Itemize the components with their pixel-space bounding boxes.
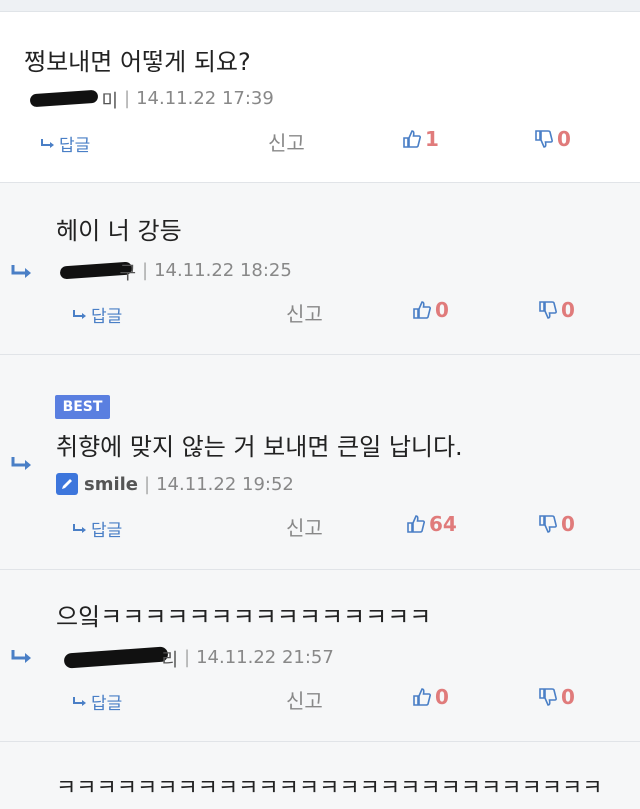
author-name: smile [84, 473, 139, 495]
thumbs-down-icon [539, 301, 557, 319]
reply-label: 답글 [91, 307, 123, 327]
like-count: 0 [435, 685, 449, 709]
reply-arrow-icon [41, 138, 54, 148]
report-button[interactable]: 신고 [286, 685, 323, 714]
meta-separator: | [142, 259, 149, 281]
reply-button[interactable]: 답글 [40, 131, 90, 156]
reply-button[interactable]: 답글 [72, 689, 122, 714]
comment-date: 14.11.22 17:39 [136, 87, 274, 109]
dislike-button[interactable]: 0 [538, 685, 575, 709]
comment-date: 14.11.22 18:25 [154, 259, 292, 281]
comment-meta: 구 | 14.11.22 18:25 [56, 259, 292, 284]
thumbs-down-icon [539, 515, 557, 533]
reply-label: 답글 [59, 136, 91, 156]
comment-actions: 답글 신고 64 0 [0, 512, 640, 542]
comment-item: 쩡보내면 어떻게 되요? 미 | 14.11.22 17:39 답글 신고 1 … [0, 12, 640, 183]
thumbs-up-icon [403, 130, 421, 148]
report-button[interactable]: 신고 [286, 512, 323, 541]
like-button[interactable]: 64 [406, 512, 457, 536]
like-button[interactable]: 0 [412, 298, 449, 322]
best-badge: BEST [55, 395, 110, 419]
dislike-button[interactable]: 0 [538, 512, 575, 536]
comment-meta: 미 | 14.11.22 17:39 [24, 87, 274, 112]
thumbs-up-icon [413, 688, 431, 706]
author-name-redacted: 리 [56, 646, 178, 671]
comment-actions: 답글 신고 1 0 [0, 127, 640, 157]
author-name-redacted: 구 [56, 259, 136, 284]
author-name-redacted: 미 [24, 87, 118, 112]
comment-item: 헤이 너 강등 구 | 14.11.22 18:25 답글 신고 0 0 [0, 183, 640, 355]
comment-meta: 리 | 14.11.22 21:57 [56, 646, 334, 671]
like-count: 0 [435, 298, 449, 322]
meta-separator: | [124, 87, 131, 109]
reply-button[interactable]: 답글 [72, 302, 122, 327]
like-count: 1 [425, 127, 439, 151]
comment-text: 취향에 맞지 않는 거 보내면 큰일 납니다. [56, 433, 463, 461]
reply-indent-icon [11, 265, 31, 278]
reply-label: 답글 [91, 694, 123, 714]
meta-separator: | [184, 646, 191, 668]
like-button[interactable]: 1 [402, 127, 439, 151]
report-button[interactable]: 신고 [268, 127, 305, 156]
dislike-button[interactable]: 0 [538, 298, 575, 322]
comment-text: 헤이 너 강등 [56, 217, 182, 245]
comment-item: 으잌ㅋㅋㅋㅋㅋㅋㅋㅋㅋㅋㅋㅋㅋㅋㅋ 리 | 14.11.22 21:57 답글 … [0, 570, 640, 742]
comment-text: 으잌ㅋㅋㅋㅋㅋㅋㅋㅋㅋㅋㅋㅋㅋㅋㅋ [56, 603, 432, 631]
redaction-mark [63, 646, 169, 669]
comment-actions: 답글 신고 0 0 [0, 685, 640, 715]
like-count: 64 [429, 512, 457, 536]
thumbs-up-icon [413, 301, 431, 319]
dislike-count: 0 [561, 685, 575, 709]
reply-arrow-icon [73, 696, 86, 706]
meta-separator: | [144, 473, 151, 495]
comment-item: ㅋㅋㅋㅋㅋㅋㅋㅋㅋㅋㅋㅋㅋㅋㅋㅋㅋㅋㅋㅋㅋㅋㅋㅋㅋㅋㅋ [0, 742, 640, 809]
comment-text: 쩡보내면 어떻게 되요? [24, 48, 251, 76]
report-button[interactable]: 신고 [286, 298, 323, 327]
thumbs-up-icon [407, 515, 425, 533]
thumbs-down-icon [539, 688, 557, 706]
redaction-mark [29, 89, 99, 108]
like-button[interactable]: 0 [412, 685, 449, 709]
reply-button[interactable]: 답글 [72, 516, 122, 541]
reply-arrow-icon [73, 309, 86, 319]
author-name: 미 [101, 91, 118, 112]
comment-item: BEST 취향에 맞지 않는 거 보내면 큰일 납니다. smile | 14.… [0, 355, 640, 570]
top-divider [0, 0, 640, 12]
dislike-button[interactable]: 0 [534, 127, 571, 151]
reply-indent-icon [11, 457, 31, 470]
dislike-count: 0 [557, 127, 571, 151]
dislike-count: 0 [561, 298, 575, 322]
reply-arrow-icon [73, 523, 86, 533]
comment-date: 14.11.22 21:57 [196, 646, 334, 668]
reply-label: 답글 [91, 521, 123, 541]
comment-actions: 답글 신고 0 0 [0, 298, 640, 328]
comment-date: 14.11.22 19:52 [156, 473, 294, 495]
author-name: 구 [119, 263, 136, 284]
comment-text: ㅋㅋㅋㅋㅋㅋㅋㅋㅋㅋㅋㅋㅋㅋㅋㅋㅋㅋㅋㅋㅋㅋㅋㅋㅋㅋㅋ [56, 776, 603, 801]
thumbs-down-icon [535, 130, 553, 148]
author-name: 리 [161, 650, 178, 671]
comment-meta: smile | 14.11.22 19:52 [56, 473, 294, 495]
dislike-count: 0 [561, 512, 575, 536]
pencil-icon [56, 473, 78, 495]
reply-indent-icon [11, 650, 31, 663]
